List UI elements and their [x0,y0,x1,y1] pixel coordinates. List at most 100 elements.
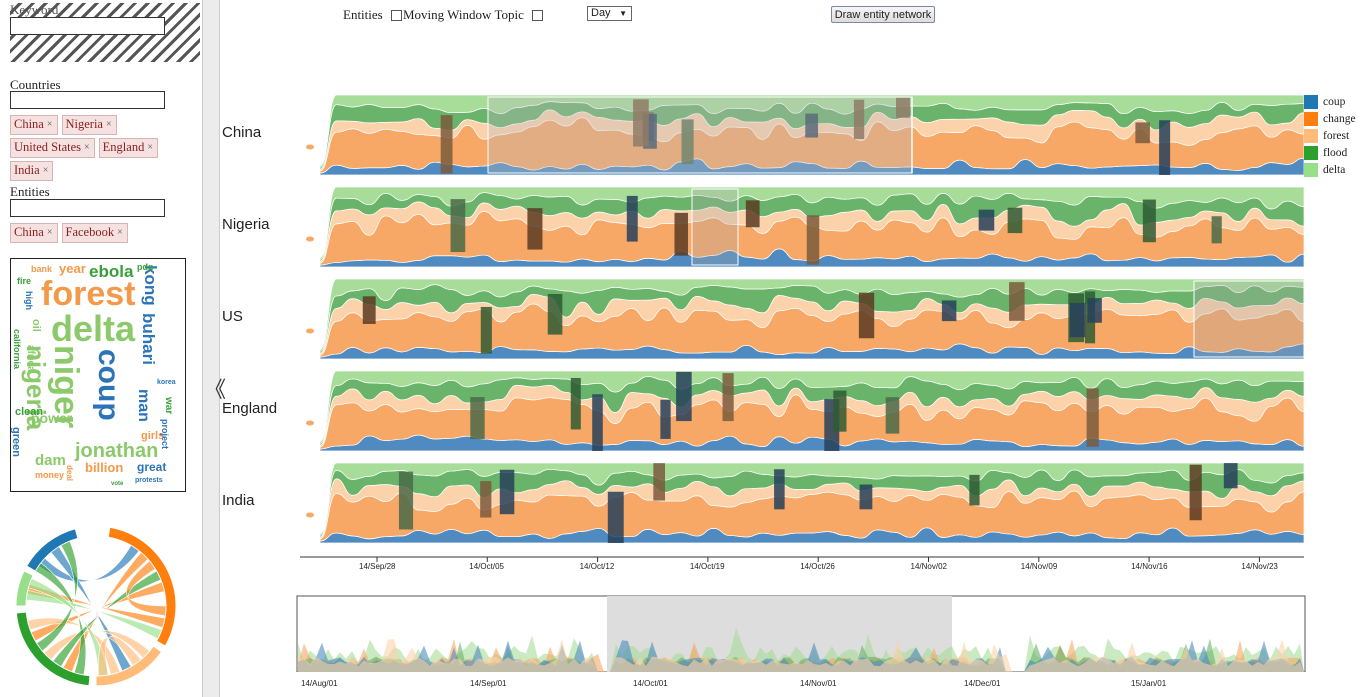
word-cloud-term[interactable]: pdp [137,263,154,272]
word-cloud-term[interactable]: delta [51,311,135,347]
topic-highlight-band[interactable] [774,469,785,510]
word-cloud-term[interactable]: year [59,262,86,275]
legend-item[interactable]: delta [1304,163,1345,177]
topic-highlight-band[interactable] [1087,298,1102,323]
filter-tag[interactable]: China × [10,115,58,135]
word-cloud-term[interactable]: vote [111,481,123,487]
topic-highlight-band[interactable] [1159,120,1171,175]
topic-highlight-band[interactable] [653,463,666,501]
topic-highlight-band[interactable] [1189,464,1202,521]
remove-tag-icon[interactable]: × [117,225,123,240]
draw-entity-network-button[interactable]: Draw entity network [831,6,935,23]
word-cloud-term[interactable]: deal [65,465,74,481]
topic-highlight-band[interactable] [440,115,453,174]
topic-highlight-band[interactable] [1142,199,1156,243]
topic-highlight-band[interactable] [450,199,466,253]
moving-window-checkbox[interactable] [531,9,543,21]
topic-highlight-band[interactable] [607,491,624,543]
topic-highlight-band[interactable] [570,377,581,430]
topic-streamgraph-panel[interactable] [290,80,1310,580]
word-cloud-term[interactable]: war [163,397,174,414]
filter-tag[interactable]: Nigeria × [61,115,117,135]
word-cloud-term[interactable]: ebola [89,263,133,280]
sidebar-splitter[interactable] [202,0,220,697]
word-cloud-term[interactable]: clean [15,407,43,418]
timeline-context-chart[interactable] [296,592,1308,672]
word-cloud-term[interactable]: man [135,389,152,422]
chord-diagram[interactable] [10,520,182,692]
keyword-input[interactable] [10,17,165,35]
word-cloud-term[interactable]: fire [17,277,31,286]
word-cloud-term[interactable]: green [11,427,22,457]
countries-input[interactable] [10,91,165,109]
topic-highlight-band[interactable] [858,292,875,339]
topic-highlight-band[interactable] [722,373,734,422]
remove-tag-icon[interactable]: × [106,117,112,132]
topic-highlight-band[interactable] [941,300,957,322]
topic-highlight-band[interactable] [1069,303,1086,338]
topic-highlight-band[interactable] [1009,282,1025,321]
remove-tag-icon[interactable]: × [84,140,90,155]
time-window-selection[interactable] [487,96,913,174]
filter-tag[interactable]: United States × [10,138,95,158]
legend-item[interactable]: change [1304,112,1356,126]
country-stream[interactable] [306,278,1305,360]
word-cloud-term[interactable]: oil [30,319,42,332]
word-cloud-term[interactable]: money [35,471,64,480]
word-cloud-term[interactable]: protests [135,477,163,484]
topic-highlight-band[interactable] [480,481,492,518]
word-cloud-term[interactable]: coup [92,349,125,421]
remove-tag-icon[interactable]: × [147,140,153,155]
topic-highlight-band[interactable] [674,212,688,256]
word-cloud-term[interactable]: jonathan [75,441,158,461]
topic-highlight-band[interactable] [362,296,376,324]
country-stream[interactable] [306,370,1305,452]
topic-highlight-band[interactable] [1211,216,1222,244]
word-cloud-term[interactable]: high [24,291,34,310]
topic-highlight-band[interactable] [859,484,873,510]
word-cloud-term[interactable]: project [160,419,170,449]
topic-highlight-band[interactable] [1007,207,1023,234]
filter-tag[interactable]: Facebook × [61,223,128,243]
time-window-selection[interactable] [691,188,739,266]
topic-highlight-band[interactable] [885,397,900,434]
legend-item[interactable]: flood [1304,146,1347,160]
word-cloud-term[interactable]: buhari [139,313,158,365]
country-stream[interactable] [306,186,1305,268]
topic-highlight-band[interactable] [592,394,603,451]
filter-tag[interactable]: India × [10,161,54,181]
word-cloud-term[interactable]: billion [85,461,123,474]
topic-highlight-band[interactable] [398,471,414,530]
filter-tag[interactable]: England × [98,138,158,158]
filter-tag[interactable]: China × [10,223,58,243]
topic-highlight-band[interactable] [833,390,847,432]
granularity-select[interactable]: Day ▼ [587,6,632,21]
country-stream[interactable] [306,462,1305,544]
word-cloud-term[interactable]: california [12,329,22,369]
topic-highlight-band[interactable] [1135,122,1150,144]
legend-item[interactable]: coup [1304,95,1345,109]
word-cloud-term[interactable]: bank [31,265,52,274]
topic-highlight-band[interactable] [547,293,563,335]
moving-window-toggle[interactable]: Moving Window Topic [403,7,543,23]
topic-highlight-band[interactable] [470,397,485,440]
topic-highlight-band[interactable] [978,209,995,231]
word-cloud-term[interactable]: africa [25,345,36,372]
entities-toggle[interactable]: Entities [343,7,402,23]
topic-highlight-band[interactable] [806,215,820,265]
word-cloud-term[interactable]: great [137,461,166,473]
topic-highlight-band[interactable] [745,200,760,228]
topic-highlight-band[interactable] [626,195,638,242]
remove-tag-icon[interactable]: × [43,163,49,178]
topic-highlight-band[interactable] [676,371,692,422]
topic-highlight-band[interactable] [1223,463,1238,489]
topic-highlight-band[interactable] [1086,388,1099,447]
legend-item[interactable]: forest [1304,129,1349,143]
word-cloud-term[interactable]: forest [41,277,135,311]
remove-tag-icon[interactable]: × [47,225,53,240]
entities-input[interactable] [10,199,165,217]
topic-highlight-band[interactable] [480,306,492,354]
topic-highlight-band[interactable] [499,469,515,515]
topic-highlight-band[interactable] [969,474,980,506]
topic-highlight-band[interactable] [660,399,671,439]
